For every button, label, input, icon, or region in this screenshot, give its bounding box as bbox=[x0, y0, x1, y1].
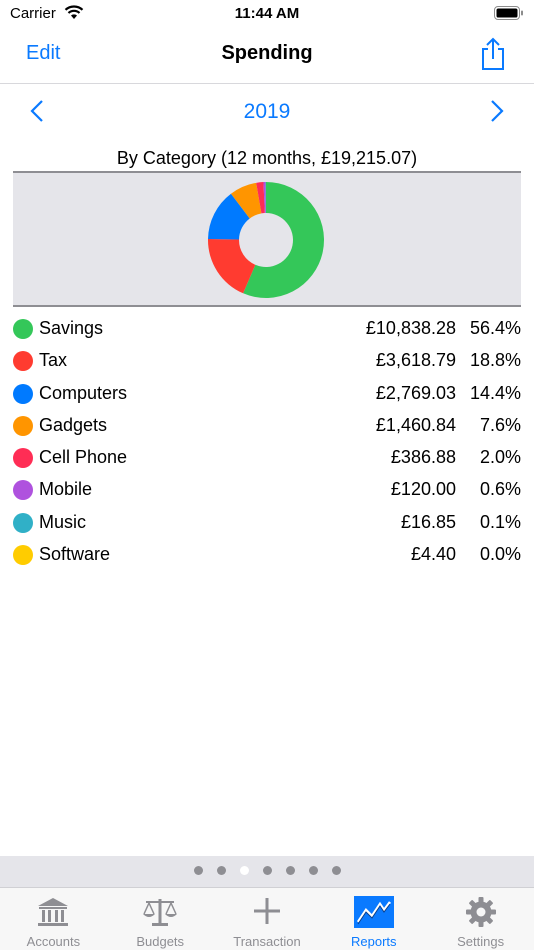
chevron-right-icon[interactable] bbox=[490, 99, 504, 128]
page-dot[interactable] bbox=[239, 866, 249, 875]
category-percent: 0.6% bbox=[479, 479, 521, 500]
category-amount: £120.00 bbox=[390, 479, 456, 500]
page-dot[interactable] bbox=[331, 866, 341, 875]
tab-label: Transaction bbox=[233, 934, 301, 949]
category-percent: 7.6% bbox=[479, 414, 521, 435]
category-row[interactable]: Software £4.40 0.0% bbox=[13, 539, 521, 571]
category-amount: £2,769.03 bbox=[375, 382, 456, 403]
page-dot[interactable] bbox=[308, 866, 318, 875]
tab-budgets[interactable]: Budgets bbox=[107, 888, 214, 950]
page-dot[interactable] bbox=[285, 866, 295, 875]
navigation-bar: Edit Spending bbox=[0, 30, 534, 84]
category-row[interactable]: Gadgets £1,460.84 7.6% bbox=[13, 410, 521, 442]
category-percent: 14.4% bbox=[469, 382, 521, 403]
category-color-dot bbox=[13, 512, 33, 533]
share-icon[interactable] bbox=[480, 37, 506, 76]
scales-icon bbox=[107, 896, 214, 928]
category-row[interactable]: Computers £2,769.03 14.4% bbox=[13, 378, 521, 410]
tab-accounts[interactable]: Accounts bbox=[0, 888, 107, 950]
battery-icon bbox=[494, 6, 524, 26]
page-control[interactable] bbox=[0, 866, 534, 875]
gear-icon bbox=[427, 896, 534, 928]
category-name: Cell Phone bbox=[39, 447, 128, 468]
page-dot[interactable] bbox=[216, 866, 226, 875]
category-amount: £3,618.79 bbox=[375, 350, 456, 371]
category-color-dot bbox=[13, 448, 33, 469]
chart-area bbox=[13, 171, 521, 307]
bank-icon bbox=[0, 896, 107, 928]
page-dot[interactable] bbox=[262, 866, 272, 875]
category-amount: £4.40 bbox=[410, 544, 456, 565]
category-amount: £1,460.84 bbox=[375, 414, 456, 435]
category-color-dot bbox=[13, 319, 33, 339]
category-row[interactable]: Savings £10,838.28 56.4% bbox=[13, 313, 521, 345]
category-percent: 56.4% bbox=[469, 318, 521, 338]
tab-label: Settings bbox=[457, 934, 505, 949]
category-amount: £10,838.28 bbox=[365, 318, 456, 338]
category-percent: 2.0% bbox=[479, 447, 521, 468]
category-color-dot bbox=[13, 415, 33, 436]
category-name: Music bbox=[39, 511, 87, 532]
category-color-dot bbox=[13, 383, 33, 404]
category-percent: 0.0% bbox=[479, 544, 521, 565]
category-row[interactable]: Music £16.85 0.1% bbox=[13, 507, 521, 539]
category-row[interactable]: Cell Phone £386.88 2.0% bbox=[13, 442, 521, 474]
year-selector: 2019 bbox=[0, 92, 534, 132]
category-row[interactable]: Tax £3,618.79 18.8% bbox=[13, 345, 521, 377]
tab-bar: Accounts Budgets Transaction Reports Set… bbox=[0, 887, 534, 950]
category-name: Computers bbox=[39, 382, 128, 403]
clock: 11:44 AM bbox=[234, 5, 300, 22]
category-percent: 0.1% bbox=[479, 511, 521, 532]
chart-caption: By Category (12 months, £19,215.07) bbox=[116, 148, 418, 168]
tab-label: Budgets bbox=[136, 934, 185, 949]
category-amount: £386.88 bbox=[390, 447, 456, 468]
plus-icon bbox=[214, 896, 321, 928]
category-name: Savings bbox=[39, 318, 104, 338]
tab-label: Accounts bbox=[26, 934, 81, 949]
page-dot[interactable] bbox=[193, 866, 203, 875]
status-bar: Carrier 11:44 AM bbox=[0, 0, 534, 30]
tab-settings[interactable]: Settings bbox=[427, 888, 534, 950]
category-name: Software bbox=[39, 544, 111, 565]
tab-label: Reports bbox=[351, 934, 397, 949]
tab-transaction[interactable]: Transaction bbox=[214, 888, 321, 950]
page-indicator-strip bbox=[0, 856, 534, 887]
category-color-dot bbox=[13, 480, 33, 501]
category-color-dot bbox=[13, 351, 33, 372]
category-list: Savings £10,838.28 56.4% Tax £3,618.79 18.8% C… bbox=[13, 313, 521, 571]
page-title: Spending bbox=[221, 42, 313, 64]
category-percent: 18.8% bbox=[469, 350, 521, 371]
category-color-dot bbox=[13, 545, 33, 566]
donut-chart[interactable] bbox=[207, 181, 325, 299]
category-amount: £16.85 bbox=[400, 511, 456, 532]
category-name: Mobile bbox=[39, 479, 93, 500]
category-name: Tax bbox=[39, 350, 68, 371]
category-row[interactable]: Mobile £120.00 0.6% bbox=[13, 474, 521, 506]
chart-icon bbox=[320, 896, 427, 928]
tab-reports[interactable]: Reports bbox=[320, 888, 427, 950]
category-name: Gadgets bbox=[39, 414, 108, 435]
year-label: 2019 bbox=[243, 100, 291, 123]
